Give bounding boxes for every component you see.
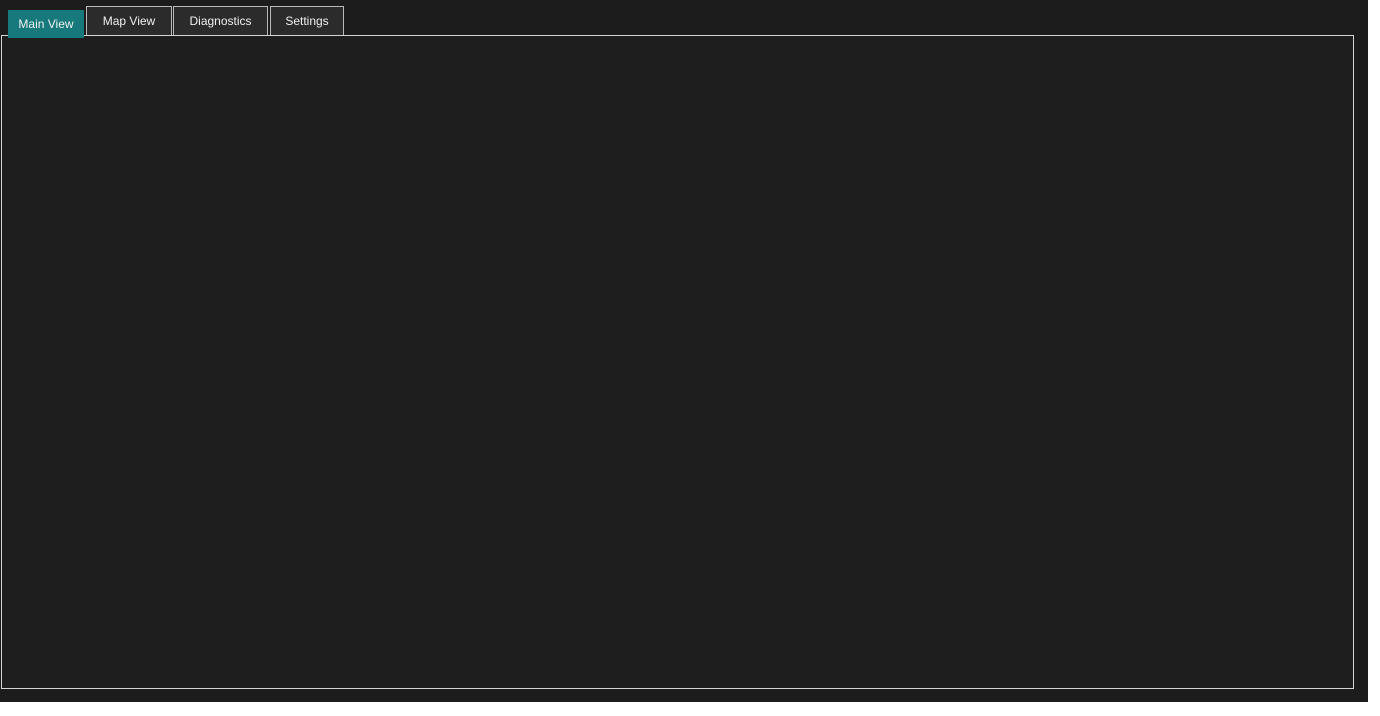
tab-diagnostics[interactable]: Diagnostics [173, 6, 268, 35]
tab-main-view[interactable]: Main View [8, 10, 84, 38]
main-view-page [1, 35, 1354, 689]
radar-app-window: Main View Map View Diagnostics Settings … [0, 0, 1368, 702]
tab-settings[interactable]: Settings [270, 6, 344, 35]
tab-map-view[interactable]: Map View [86, 6, 172, 35]
